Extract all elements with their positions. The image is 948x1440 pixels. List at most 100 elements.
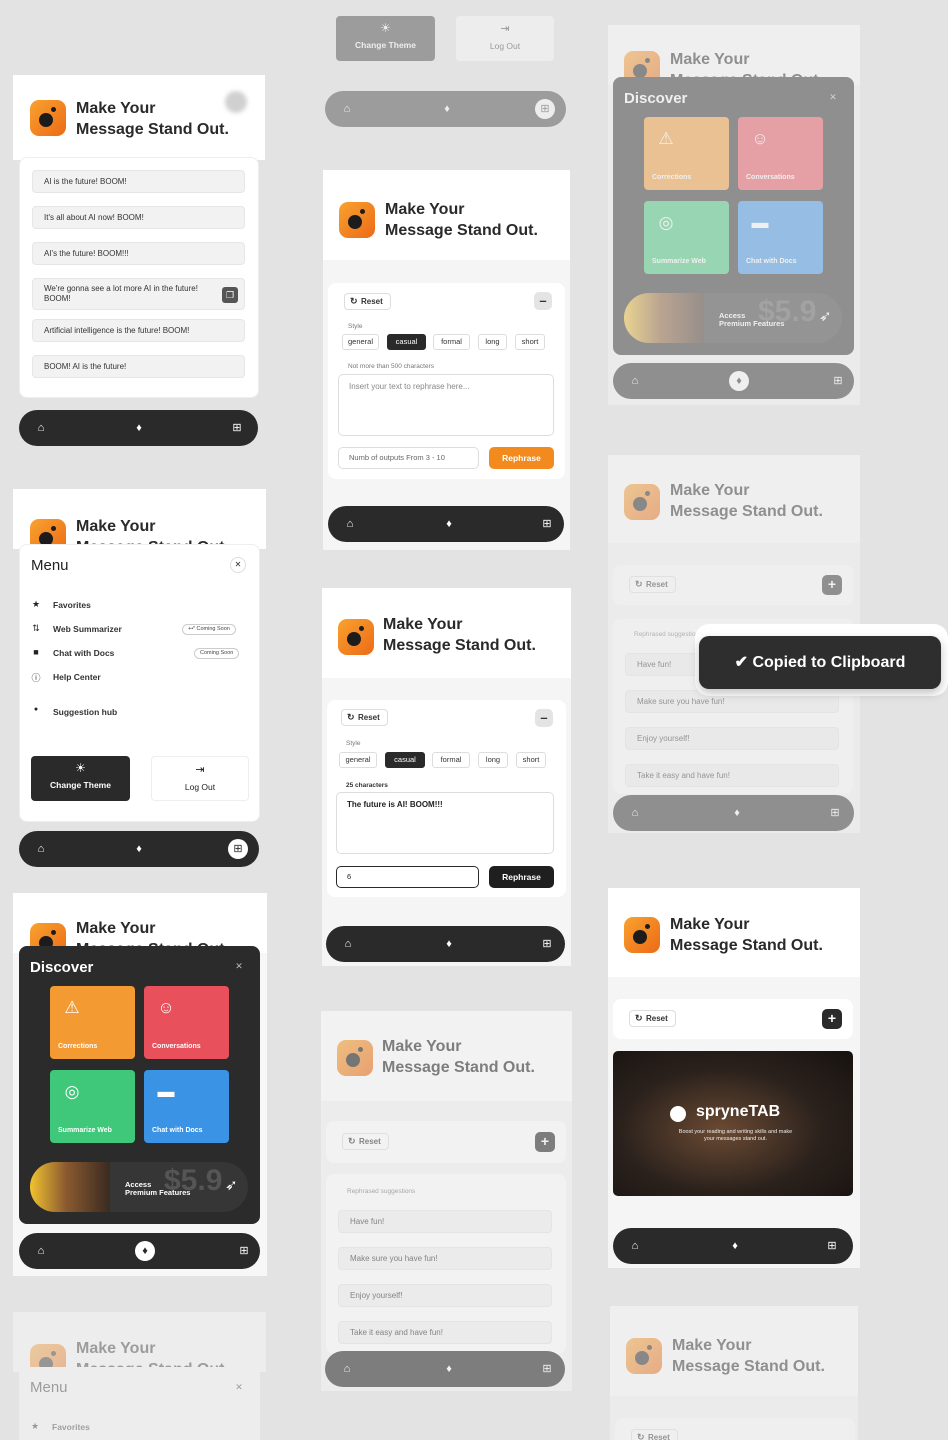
- close-icon[interactable]: ✕: [233, 1382, 245, 1393]
- premium-banner[interactable]: $5.9 Access Premium Features ➶: [624, 293, 842, 343]
- change-theme-button[interactable]: ☀ Change Theme: [31, 756, 130, 801]
- suggestion-item[interactable]: Take it easy and have fun!: [338, 1321, 552, 1344]
- collapse-button[interactable]: –: [534, 292, 552, 310]
- diamond-icon[interactable]: ♦: [729, 805, 745, 821]
- rephrase-input[interactable]: The future is AI! BOOM!!!: [336, 792, 554, 854]
- reset-button[interactable]: Reset: [342, 1133, 389, 1150]
- reset-button[interactable]: Reset: [629, 1010, 676, 1027]
- home-icon[interactable]: ⌂: [33, 841, 49, 857]
- rephrase-input[interactable]: Insert your text to rephrase here...: [338, 374, 554, 436]
- diamond-icon[interactable]: ♦: [727, 1238, 743, 1254]
- close-icon[interactable]: ✕: [827, 92, 839, 103]
- close-icon[interactable]: ✕: [230, 557, 246, 573]
- diamond-icon[interactable]: ♦: [441, 936, 457, 952]
- suggestion-item[interactable]: Have fun!: [338, 1210, 552, 1233]
- copy-icon[interactable]: ❐: [222, 287, 238, 303]
- suggestion-item[interactable]: Take it easy and have fun!: [625, 764, 839, 787]
- home-icon[interactable]: ⌂: [339, 101, 355, 117]
- grid-icon[interactable]: ⊞: [539, 1361, 555, 1377]
- style-chip-general[interactable]: general: [342, 334, 379, 350]
- tile-chat-with-docs[interactable]: ▬ Chat with Docs: [144, 1070, 229, 1143]
- menu-item-favorites[interactable]: Favorites: [52, 1422, 90, 1432]
- chat-icon: ☺: [751, 129, 769, 148]
- list-item[interactable]: We're gonna see a lot more AI in the fut…: [32, 278, 245, 310]
- diamond-icon[interactable]: ♦: [439, 101, 455, 117]
- tile-corrections[interactable]: ⚠ Corrections: [50, 986, 135, 1059]
- grid-icon[interactable]: ⊞: [830, 373, 846, 389]
- expand-button[interactable]: +: [535, 1132, 555, 1152]
- list-item[interactable]: AI is the future! BOOM!: [32, 170, 245, 193]
- style-chip-long[interactable]: long: [478, 752, 508, 768]
- tile-corrections[interactable]: ⚠ Corrections: [644, 117, 729, 190]
- grid-icon[interactable]: ⊞: [236, 1243, 252, 1259]
- rephrase-button[interactable]: Rephrase: [489, 447, 554, 469]
- style-chip-long[interactable]: long: [478, 334, 507, 350]
- premium-banner[interactable]: $5.9 Access Premium Features ➶: [30, 1162, 248, 1212]
- home-icon[interactable]: ⌂: [627, 805, 643, 821]
- style-chip-casual[interactable]: casual: [387, 334, 426, 350]
- rephrase-button[interactable]: Rephrase: [489, 866, 554, 888]
- diamond-icon[interactable]: ♦: [729, 371, 749, 391]
- logout-button[interactable]: ⇥ Log Out: [151, 756, 249, 801]
- collapse-button[interactable]: –: [535, 709, 553, 727]
- outputs-count-input[interactable]: 6: [336, 866, 479, 888]
- reset-button[interactable]: Reset: [629, 576, 676, 593]
- reset-button[interactable]: Reset: [344, 293, 391, 310]
- suggestion-item[interactable]: Enjoy yourself!: [338, 1284, 552, 1307]
- menu-item-web-summarizer[interactable]: Web Summarizer: [53, 624, 122, 634]
- menu-item-help-center[interactable]: Help Center: [53, 672, 101, 682]
- expand-button[interactable]: +: [822, 575, 842, 595]
- close-icon[interactable]: ✕: [233, 961, 245, 972]
- grid-icon[interactable]: ⊞: [824, 1238, 840, 1254]
- style-chip-short[interactable]: short: [515, 334, 545, 350]
- tile-chat-with-docs[interactable]: ▬ Chat with Docs: [738, 201, 823, 274]
- home-icon[interactable]: ⌂: [342, 516, 358, 532]
- grid-icon[interactable]: ⊞: [539, 516, 555, 532]
- suggestions-label: Rephrased suggestions: [347, 1188, 416, 1195]
- style-chip-formal[interactable]: formal: [433, 334, 470, 350]
- expand-button[interactable]: +: [822, 1009, 842, 1029]
- grid-icon[interactable]: ⊞: [539, 936, 555, 952]
- tile-conversations[interactable]: ☺ Conversations: [144, 986, 229, 1059]
- logout-icon: ⇥: [500, 23, 510, 35]
- logout-button[interactable]: ⇥ Log Out: [456, 16, 554, 61]
- list-item[interactable]: Artificial intelligence is the future! B…: [32, 319, 245, 342]
- char-count: 25 characters: [346, 782, 388, 789]
- promo-banner[interactable]: spryneTAB Boost your reading and writing…: [613, 1051, 853, 1196]
- diamond-icon[interactable]: ♦: [135, 1241, 155, 1261]
- style-chip-general[interactable]: general: [339, 752, 377, 768]
- home-icon[interactable]: ⌂: [33, 420, 49, 436]
- menu-item-favorites[interactable]: Favorites: [53, 600, 91, 610]
- home-icon[interactable]: ⌂: [627, 1238, 643, 1254]
- menu-item-suggestion-hub[interactable]: Suggestion hub: [53, 707, 117, 717]
- list-item[interactable]: AI's the future! BOOM!!!: [32, 242, 245, 265]
- home-icon[interactable]: ⌂: [627, 373, 643, 389]
- reset-button[interactable]: Reset: [631, 1429, 678, 1440]
- reset-button[interactable]: Reset: [341, 709, 388, 726]
- change-theme-button[interactable]: ☀ Change Theme: [336, 16, 435, 61]
- tile-summarize-web[interactable]: ◎ Summarize Web: [644, 201, 729, 274]
- grid-icon[interactable]: ⊞: [229, 420, 245, 436]
- home-icon[interactable]: ⌂: [339, 1361, 355, 1377]
- diamond-icon[interactable]: ♦: [441, 516, 457, 532]
- grid-icon[interactable]: ⊞: [535, 99, 555, 119]
- suggestion-item[interactable]: Enjoy yourself!: [625, 727, 839, 750]
- grid-icon[interactable]: ⊞: [827, 805, 843, 821]
- list-item[interactable]: It's all about AI now! BOOM!: [32, 206, 245, 229]
- diamond-icon[interactable]: ♦: [131, 420, 147, 436]
- diamond-icon[interactable]: ♦: [131, 841, 147, 857]
- style-chip-short[interactable]: short: [516, 752, 546, 768]
- home-icon[interactable]: ⌂: [340, 936, 356, 952]
- list-item[interactable]: BOOM! AI is the future!: [32, 355, 245, 378]
- outputs-count-input[interactable]: Numb of outputs From 3 - 10: [338, 447, 479, 469]
- diamond-icon[interactable]: ♦: [441, 1361, 457, 1377]
- tile-conversations[interactable]: ☺ Conversations: [738, 117, 823, 190]
- tile-summarize-web[interactable]: ◎ Summarize Web: [50, 1070, 135, 1143]
- grid-icon[interactable]: ⊞: [228, 839, 248, 859]
- menu-item-chat-with-docs[interactable]: Chat with Docs: [53, 648, 114, 658]
- home-icon[interactable]: ⌂: [33, 1243, 49, 1259]
- style-chip-casual[interactable]: casual: [385, 752, 425, 768]
- suggestion-item[interactable]: Make sure you have fun!: [338, 1247, 552, 1270]
- style-chip-formal[interactable]: formal: [432, 752, 470, 768]
- avatar[interactable]: [225, 91, 247, 113]
